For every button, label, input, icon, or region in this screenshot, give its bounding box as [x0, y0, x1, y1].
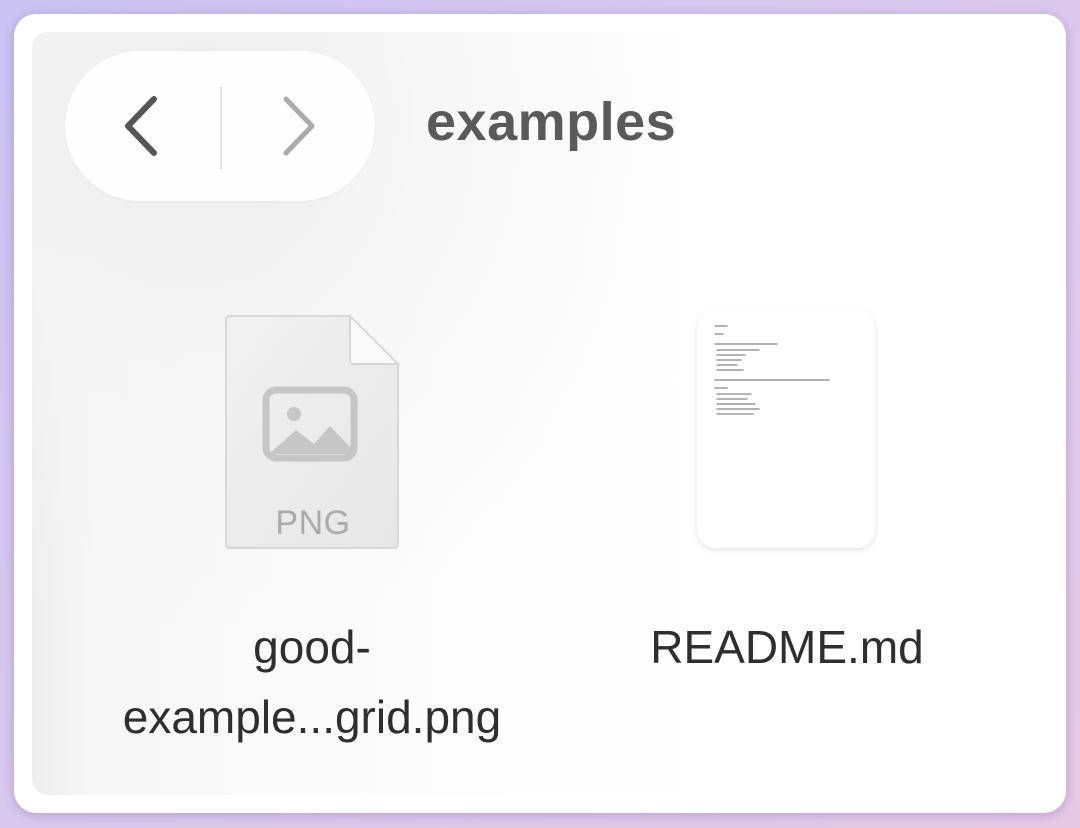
- folder-view: examples PNG good- example...grid.png RE…: [32, 32, 1048, 795]
- file-name-line: example...grid.png: [122, 691, 502, 743]
- file-name-line: good-: [253, 621, 371, 673]
- finder-window: examples PNG good- example...grid.png RE…: [14, 14, 1066, 813]
- navigation-pill: [65, 51, 375, 201]
- file-name-line: README.md: [650, 621, 924, 673]
- document-preview-lines: [714, 325, 830, 415]
- image-file-icon: PNG: [222, 312, 404, 552]
- forward-button[interactable]: [260, 89, 330, 163]
- back-button[interactable]: [110, 89, 180, 163]
- chevron-left-icon: [125, 96, 157, 156]
- chevron-right-icon: [283, 96, 315, 156]
- file-name: good- example...grid.png: [72, 612, 552, 752]
- nav-divider: [220, 87, 222, 169]
- folder-title: examples: [426, 92, 677, 152]
- file-name: README.md: [607, 612, 967, 682]
- file-type-label: PNG: [275, 504, 351, 542]
- document-thumbnail: [697, 310, 875, 548]
